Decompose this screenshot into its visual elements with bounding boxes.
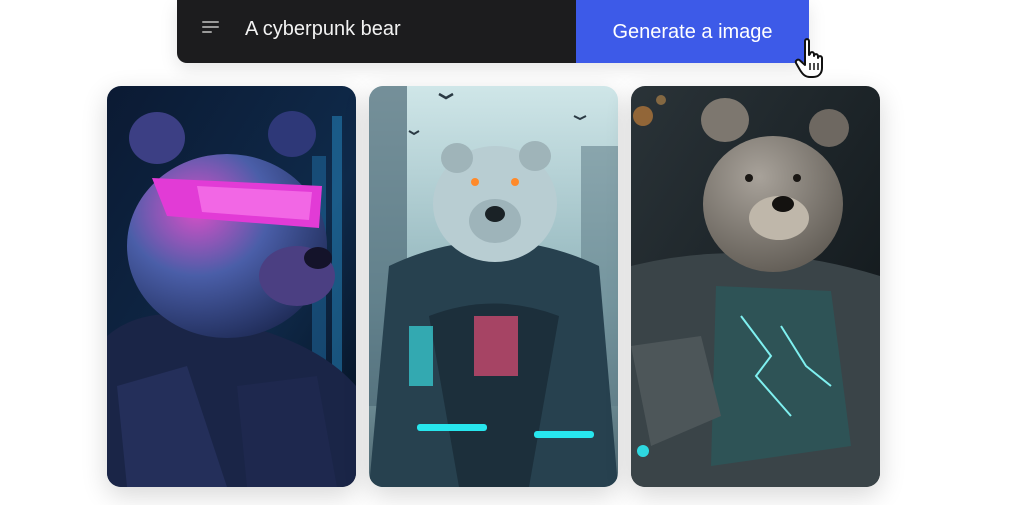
armored-bear-image bbox=[631, 86, 880, 487]
result-image-1[interactable] bbox=[107, 86, 356, 487]
result-image-2[interactable] bbox=[369, 86, 618, 487]
menu-lines-icon[interactable] bbox=[202, 21, 220, 35]
generate-image-button[interactable]: Generate a image bbox=[576, 0, 809, 63]
prompt-bar: Generate a image bbox=[177, 0, 809, 63]
neon-visor-bear-image bbox=[107, 86, 356, 487]
result-image-3[interactable] bbox=[631, 86, 880, 487]
prompt-input[interactable] bbox=[235, 0, 585, 58]
polar-bear-jacket-image bbox=[369, 86, 618, 487]
hand-pointer-icon bbox=[794, 38, 823, 78]
